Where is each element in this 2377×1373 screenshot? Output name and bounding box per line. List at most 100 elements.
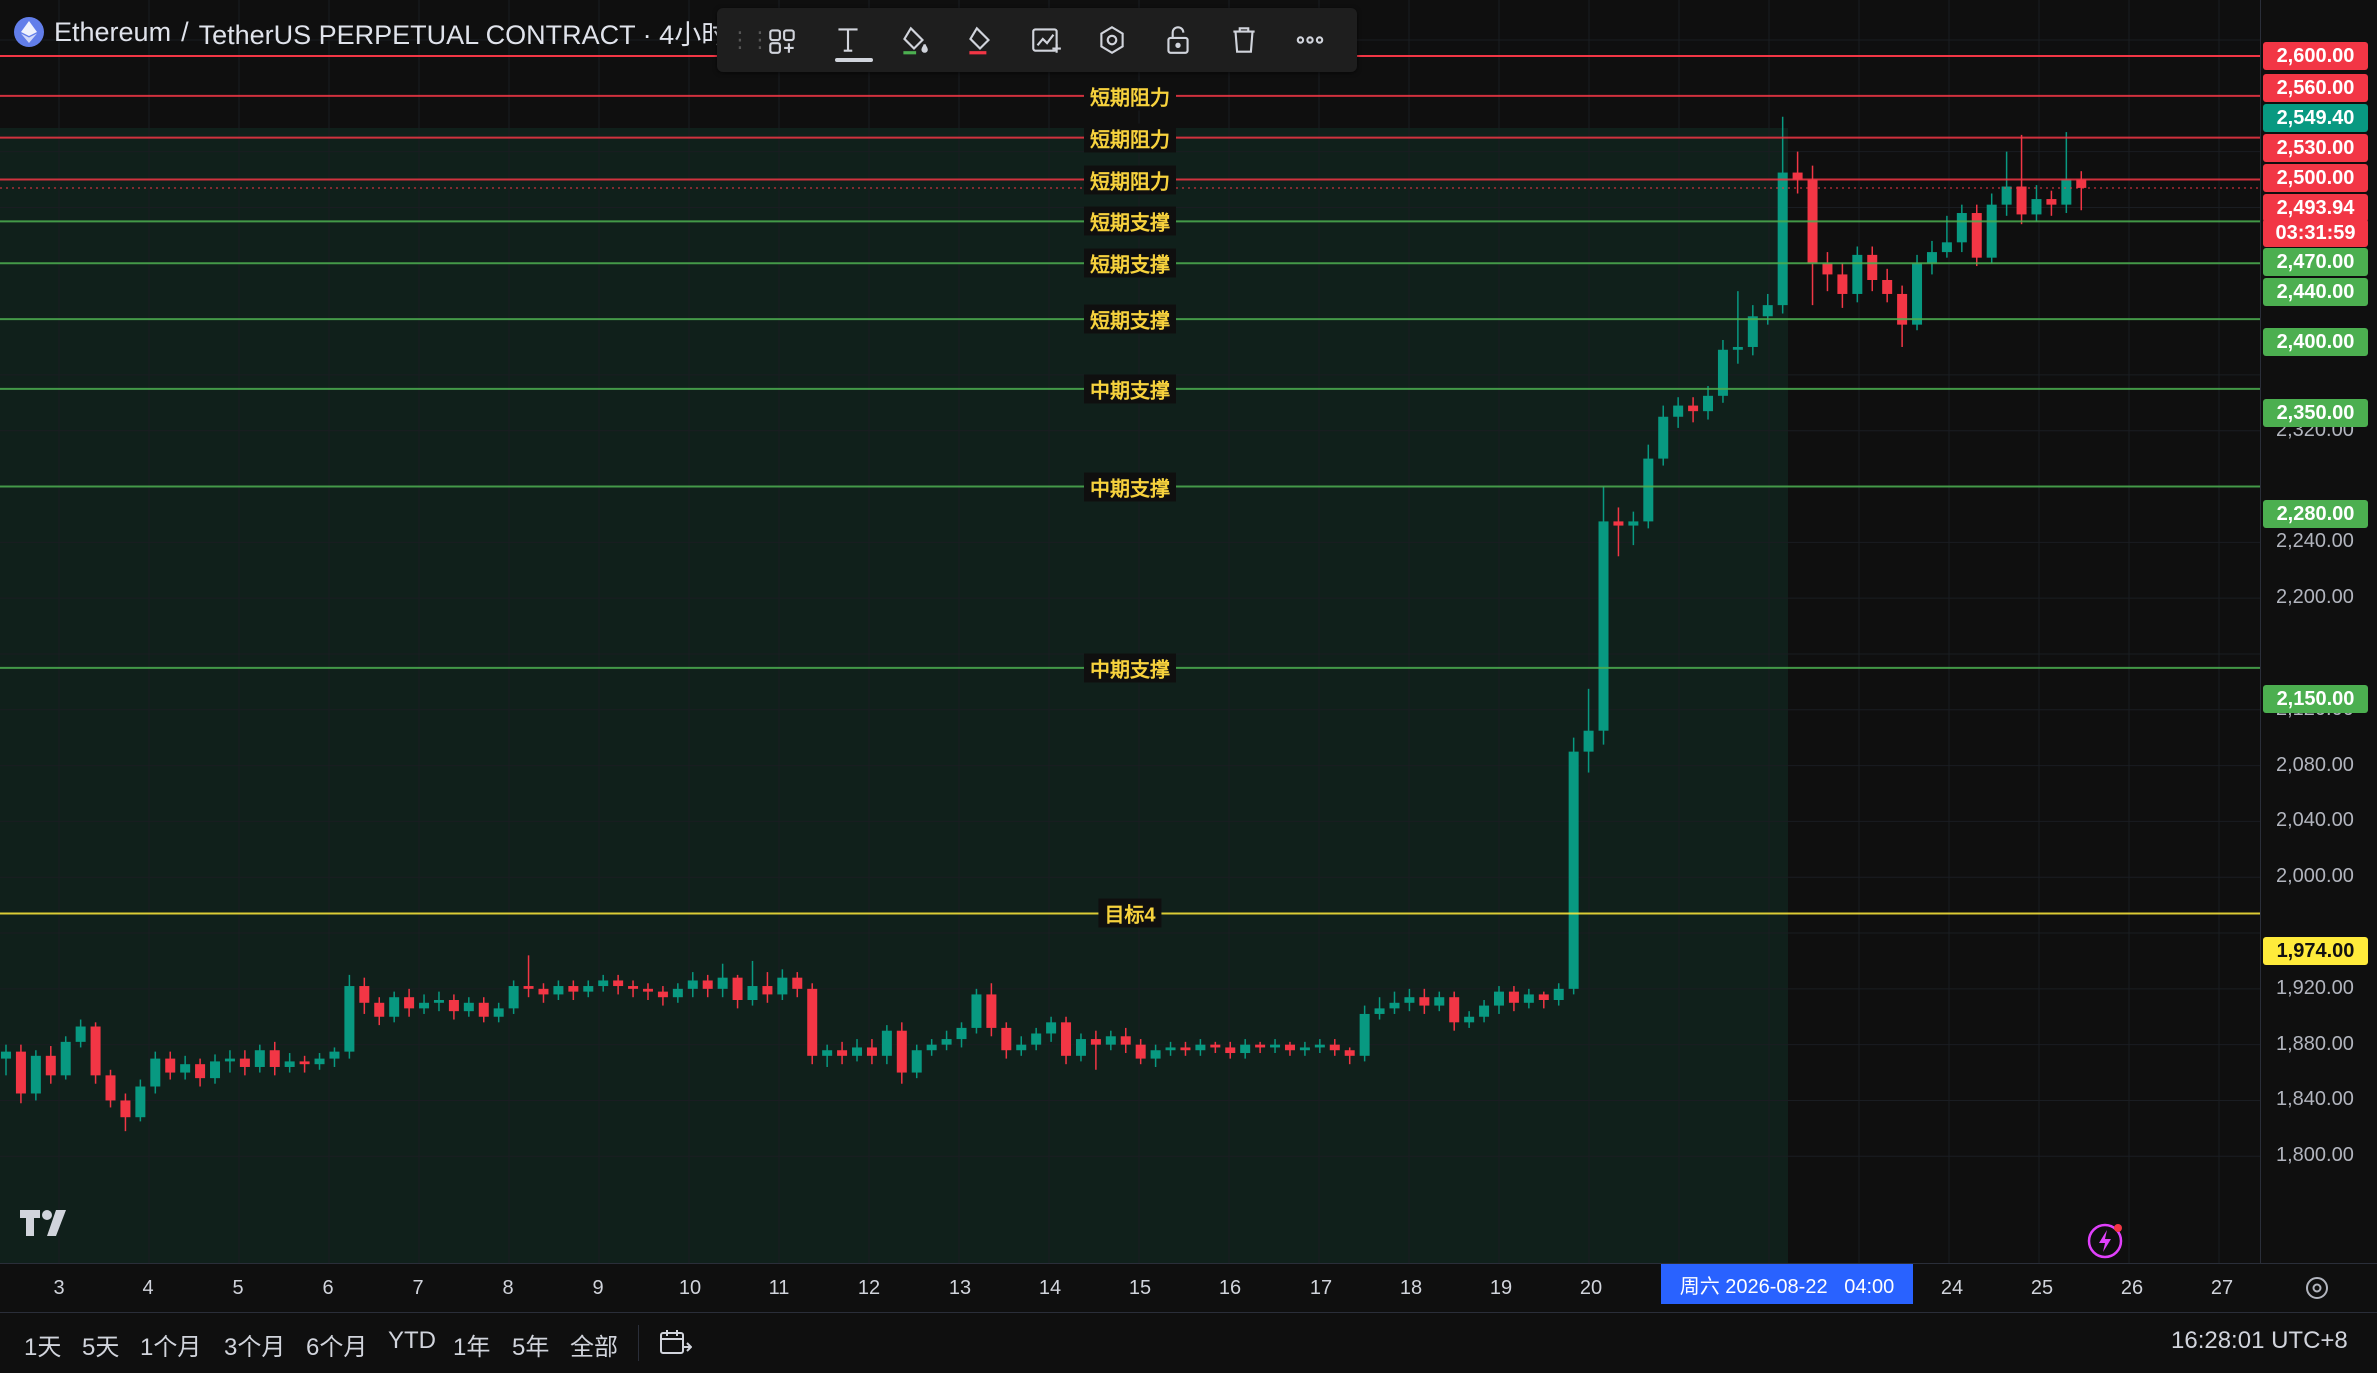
price-scale-label: 2,000.00 xyxy=(2276,865,2354,888)
candle-body xyxy=(926,1044,937,1051)
candle-body xyxy=(1150,1050,1161,1059)
price-tag[interactable]: 2,150.00 xyxy=(2263,685,2368,713)
candle-body xyxy=(687,980,698,989)
paint-bucket-icon xyxy=(903,26,928,55)
level-label[interactable]: 目标4 xyxy=(1098,898,1162,928)
time-axis-label: 26 xyxy=(2120,1277,2144,1299)
candle-body xyxy=(777,977,788,995)
level-label[interactable]: 短期支撑 xyxy=(1084,206,1176,236)
candle-body xyxy=(1120,1036,1131,1045)
price-tag[interactable]: 1,974.00 xyxy=(2263,937,2368,965)
range-button[interactable]: 1年 xyxy=(453,1327,490,1362)
price-tag[interactable]: 2,470.00 xyxy=(2263,248,2368,276)
price-tag[interactable]: 03:31:59 xyxy=(2263,219,2368,247)
candle-body xyxy=(1837,274,1848,294)
candle-body xyxy=(792,977,803,989)
tradingview-logo[interactable] xyxy=(20,1208,76,1238)
range-button[interactable]: 5年 xyxy=(512,1327,549,1362)
lock-button[interactable] xyxy=(1145,8,1211,72)
candle-body xyxy=(284,1061,295,1067)
candle-body xyxy=(478,1002,489,1017)
price-tag[interactable]: 2,493.94 xyxy=(2263,194,2368,222)
candle-body xyxy=(1314,1044,1325,1048)
candle-body xyxy=(1628,521,1639,526)
fill-color-button[interactable] xyxy=(881,8,947,72)
price-tag[interactable]: 2,549.40 xyxy=(2263,104,2368,132)
level-label[interactable]: 短期阻力 xyxy=(1084,81,1176,111)
candle-body xyxy=(195,1064,206,1079)
price-tag[interactable]: 2,560.00 xyxy=(2263,74,2368,102)
axis-settings-icon[interactable] xyxy=(2302,1273,2332,1303)
level-label[interactable]: 中期支撑 xyxy=(1084,472,1176,501)
candle-body xyxy=(1135,1044,1146,1059)
candle-body xyxy=(1494,991,1504,1006)
candle-body xyxy=(1046,1022,1057,1034)
price-tag[interactable]: 2,500.00 xyxy=(2263,164,2368,192)
price-tag[interactable]: 2,400.00 xyxy=(2263,328,2368,356)
text-tool-button[interactable] xyxy=(815,8,881,72)
range-button[interactable]: 5天 xyxy=(82,1327,119,1362)
candle-body xyxy=(1210,1044,1221,1048)
candle-body xyxy=(433,1000,444,1003)
settings-button[interactable] xyxy=(1079,8,1145,72)
candle-body xyxy=(448,1000,459,1012)
drag-handle-icon[interactable]: ⋮⋮ xyxy=(729,27,771,53)
lightning-icon[interactable] xyxy=(2086,1220,2126,1260)
candle-body xyxy=(1016,1044,1027,1051)
candle-body xyxy=(508,986,519,1009)
candle-body xyxy=(45,1055,56,1076)
candle-body xyxy=(1583,730,1594,752)
time-axis-label: 9 xyxy=(592,1277,604,1299)
drawing-toolbar: ⋮⋮ xyxy=(717,8,1357,72)
range-button[interactable]: 6个月 xyxy=(306,1327,367,1362)
more-button[interactable] xyxy=(1277,8,1343,72)
price-tag[interactable]: 2,600.00 xyxy=(2263,42,2368,70)
level-label[interactable]: 中期支撑 xyxy=(1084,374,1176,404)
add-alert-button[interactable] xyxy=(1013,8,1079,72)
delete-button[interactable] xyxy=(1211,8,1277,72)
candle-body xyxy=(553,986,564,995)
candle-body xyxy=(389,997,400,1017)
level-label[interactable]: 短期支撑 xyxy=(1084,248,1176,278)
candle-body xyxy=(180,1064,191,1073)
clock-display[interactable]: 16:28:01 UTC+8 xyxy=(2171,1327,2348,1355)
time-axis-label: 18 xyxy=(1399,1277,1423,1299)
price-tag[interactable]: 2,280.00 xyxy=(2263,500,2368,528)
time-axis-label: 20 xyxy=(1579,1277,1603,1299)
unlock-icon xyxy=(1167,26,1189,54)
level-label[interactable]: 短期阻力 xyxy=(1084,165,1176,195)
candle-body xyxy=(1762,305,1773,317)
candle-body xyxy=(1822,263,1833,275)
price-tag[interactable]: 2,440.00 xyxy=(2263,278,2368,306)
level-label[interactable]: 短期支撑 xyxy=(1084,304,1176,334)
candle-body xyxy=(1912,263,1923,325)
range-button[interactable]: 3个月 xyxy=(224,1327,285,1362)
time-axis-label: 17 xyxy=(1309,1277,1333,1299)
range-button[interactable]: YTD xyxy=(388,1327,436,1355)
range-button[interactable]: 1天 xyxy=(24,1327,61,1362)
candle-body xyxy=(1374,1008,1385,1014)
date-range-icon[interactable] xyxy=(658,1327,692,1359)
price-tag[interactable]: 2,530.00 xyxy=(2263,134,2368,162)
candle-body xyxy=(1867,254,1878,280)
candle-body xyxy=(135,1086,146,1118)
candle-body xyxy=(30,1055,41,1094)
range-button[interactable]: 1个月 xyxy=(140,1327,201,1362)
range-button[interactable]: 全部 xyxy=(570,1327,618,1362)
symbol-title[interactable]: Ethereum / TetherUS PERPETUAL CONTRACT ·… xyxy=(14,14,745,50)
candle-body xyxy=(1986,204,1997,258)
time-axis[interactable]: 周六 2026-08-22 04:00 3 4 5 6 7 8 9 10 11 12 13 14 15 1… xyxy=(0,1263,2377,1313)
candle-body xyxy=(717,977,728,989)
candle-body xyxy=(1031,1033,1042,1045)
candle-body xyxy=(852,1047,863,1056)
eraser-color-icon xyxy=(969,26,991,55)
level-label[interactable]: 中期支撑 xyxy=(1084,653,1176,683)
template-button[interactable] xyxy=(749,8,815,72)
candle-body xyxy=(374,1002,385,1017)
price-tag[interactable]: 2,350.00 xyxy=(2263,399,2368,427)
candle-body xyxy=(1,1051,11,1059)
level-label[interactable]: 短期阻力 xyxy=(1084,123,1176,153)
candle-body xyxy=(583,986,594,992)
line-color-button[interactable] xyxy=(947,8,1013,72)
ethereum-icon xyxy=(14,17,44,47)
